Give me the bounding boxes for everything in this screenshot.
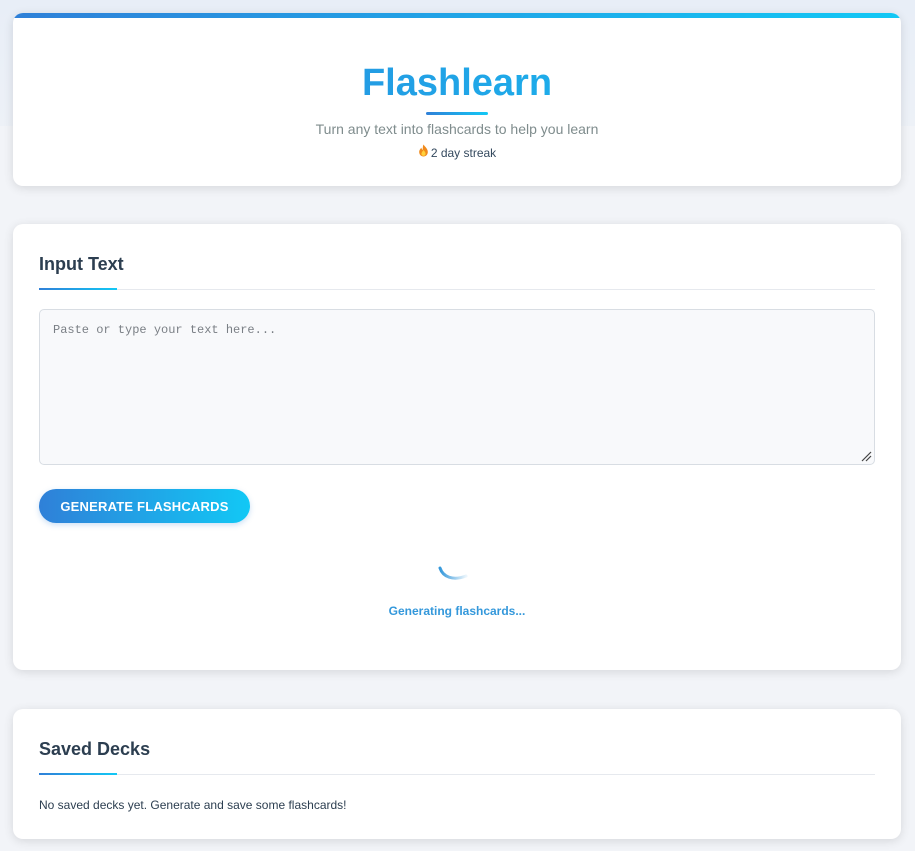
section-accent-bar (39, 773, 117, 775)
loading-spinner-icon (437, 560, 473, 586)
section-title-saved-decks: Saved Decks (39, 739, 151, 759)
section-accent-bar (39, 288, 117, 290)
flame-icon (418, 144, 429, 160)
app-header: Flashlearn Turn any text into flashcards… (13, 13, 901, 186)
saved-decks-section: Saved Decks No saved decks yet. Generate… (13, 709, 901, 839)
empty-decks-message: No saved decks yet. Generate and save so… (39, 798, 347, 812)
app-title: Flashlearn (13, 61, 901, 105)
loading-status-text: Generating flashcards... (388, 604, 526, 618)
resize-handle-icon[interactable] (860, 450, 872, 462)
input-section: Input Text GENERATE FLASHCARDS Generatin… (13, 224, 901, 670)
streak-indicator: 2 day streak (13, 144, 901, 160)
title-underline (426, 112, 488, 115)
app-subtitle: Turn any text into flashcards to help yo… (315, 121, 599, 137)
text-input[interactable] (39, 309, 875, 465)
section-divider (39, 289, 875, 290)
section-title-input: Input Text (39, 254, 124, 274)
section-divider (39, 774, 875, 775)
streak-text: 2 day streak (430, 146, 497, 160)
generate-flashcards-button[interactable]: GENERATE FLASHCARDS (39, 489, 250, 523)
